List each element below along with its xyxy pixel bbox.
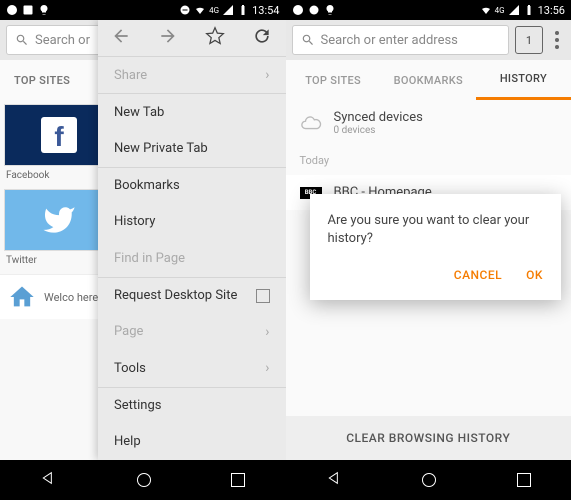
nav-back[interactable] xyxy=(40,470,56,490)
search-input[interactable]: Search or enter address xyxy=(292,25,510,55)
android-nav-bar xyxy=(286,460,571,500)
tabs-button[interactable]: 1 xyxy=(515,26,543,54)
cancel-button[interactable]: CANCEL xyxy=(454,268,502,282)
menu-page[interactable]: Page› xyxy=(98,313,286,350)
menu-bookmarks[interactable]: Bookmarks xyxy=(98,167,286,204)
battery-icon xyxy=(237,4,249,16)
nav-recent[interactable] xyxy=(517,473,531,487)
ubuntu-icon xyxy=(292,4,304,16)
tab-history[interactable]: HISTORY xyxy=(476,60,571,100)
menu-help[interactable]: Help xyxy=(98,423,286,460)
ok-button[interactable]: OK xyxy=(526,268,543,282)
clock: 13:56 xyxy=(538,4,565,17)
dnd-icon xyxy=(179,4,191,16)
confirm-dialog: Are you sure you want to clear your hist… xyxy=(310,194,562,300)
chevron-right-icon: › xyxy=(265,67,269,83)
nav-back[interactable] xyxy=(326,470,342,490)
menu-settings[interactable]: Settings xyxy=(98,387,286,424)
dialog-message: Are you sure you want to clear your hist… xyxy=(328,212,544,248)
menu-history[interactable]: History xyxy=(98,203,286,240)
lightbulb-icon xyxy=(324,4,336,16)
android-nav-bar xyxy=(0,460,286,500)
search-icon xyxy=(15,33,29,47)
nav-home[interactable] xyxy=(137,473,151,487)
chevron-right-icon: › xyxy=(265,324,269,340)
day-section-label: Today xyxy=(286,146,571,175)
overflow-menu-button[interactable] xyxy=(549,31,565,49)
firefox-icon xyxy=(308,4,320,16)
signal-icon xyxy=(222,4,234,16)
back-button[interactable] xyxy=(111,26,131,50)
tab-bookmarks[interactable]: BOOKMARKS xyxy=(381,60,476,100)
synced-devices-row[interactable]: Synced devices 0 devices xyxy=(286,100,571,146)
menu-find-in-page[interactable]: Find in Page xyxy=(98,240,286,277)
tab-topsites[interactable]: TOP SITES xyxy=(286,60,381,100)
wifi-icon xyxy=(194,4,206,16)
image-icon xyxy=(22,4,34,16)
chevron-right-icon: › xyxy=(265,360,269,376)
menu-request-desktop[interactable]: Request Desktop Site xyxy=(98,277,286,314)
ubuntu-icon xyxy=(6,4,18,16)
overflow-menu: Share› New Tab New Private Tab Bookmarks… xyxy=(98,20,286,460)
home-icon xyxy=(8,283,36,311)
lightbulb-icon xyxy=(38,4,50,16)
menu-tools[interactable]: Tools› xyxy=(98,350,286,387)
status-bar: 4G 13:56 xyxy=(286,0,571,20)
cloud-icon xyxy=(300,112,322,134)
bookmark-star-button[interactable] xyxy=(205,26,225,50)
nav-home[interactable] xyxy=(422,473,436,487)
menu-new-private-tab[interactable]: New Private Tab xyxy=(98,130,286,167)
clock: 13:54 xyxy=(252,4,279,17)
menu-share[interactable]: Share› xyxy=(98,57,286,94)
clear-history-button[interactable]: CLEAR BROWSING HISTORY xyxy=(286,416,571,460)
battery-icon xyxy=(523,4,535,16)
checkbox-icon xyxy=(256,289,270,303)
facebook-icon: f xyxy=(41,117,77,153)
reload-button[interactable] xyxy=(252,26,272,50)
nav-recent[interactable] xyxy=(231,473,245,487)
forward-button[interactable] xyxy=(158,26,178,50)
twitter-icon xyxy=(42,203,76,237)
tabs-bar: TOP SITES BOOKMARKS HISTORY xyxy=(286,60,571,100)
menu-new-tab[interactable]: New Tab xyxy=(98,93,286,130)
search-icon xyxy=(301,33,315,47)
signal-icon xyxy=(508,4,520,16)
menu-toolbar xyxy=(98,20,286,57)
wifi-icon xyxy=(480,4,492,16)
url-bar: Search or enter address 1 xyxy=(286,20,571,60)
status-bar: 4G 13:54 xyxy=(0,0,286,20)
